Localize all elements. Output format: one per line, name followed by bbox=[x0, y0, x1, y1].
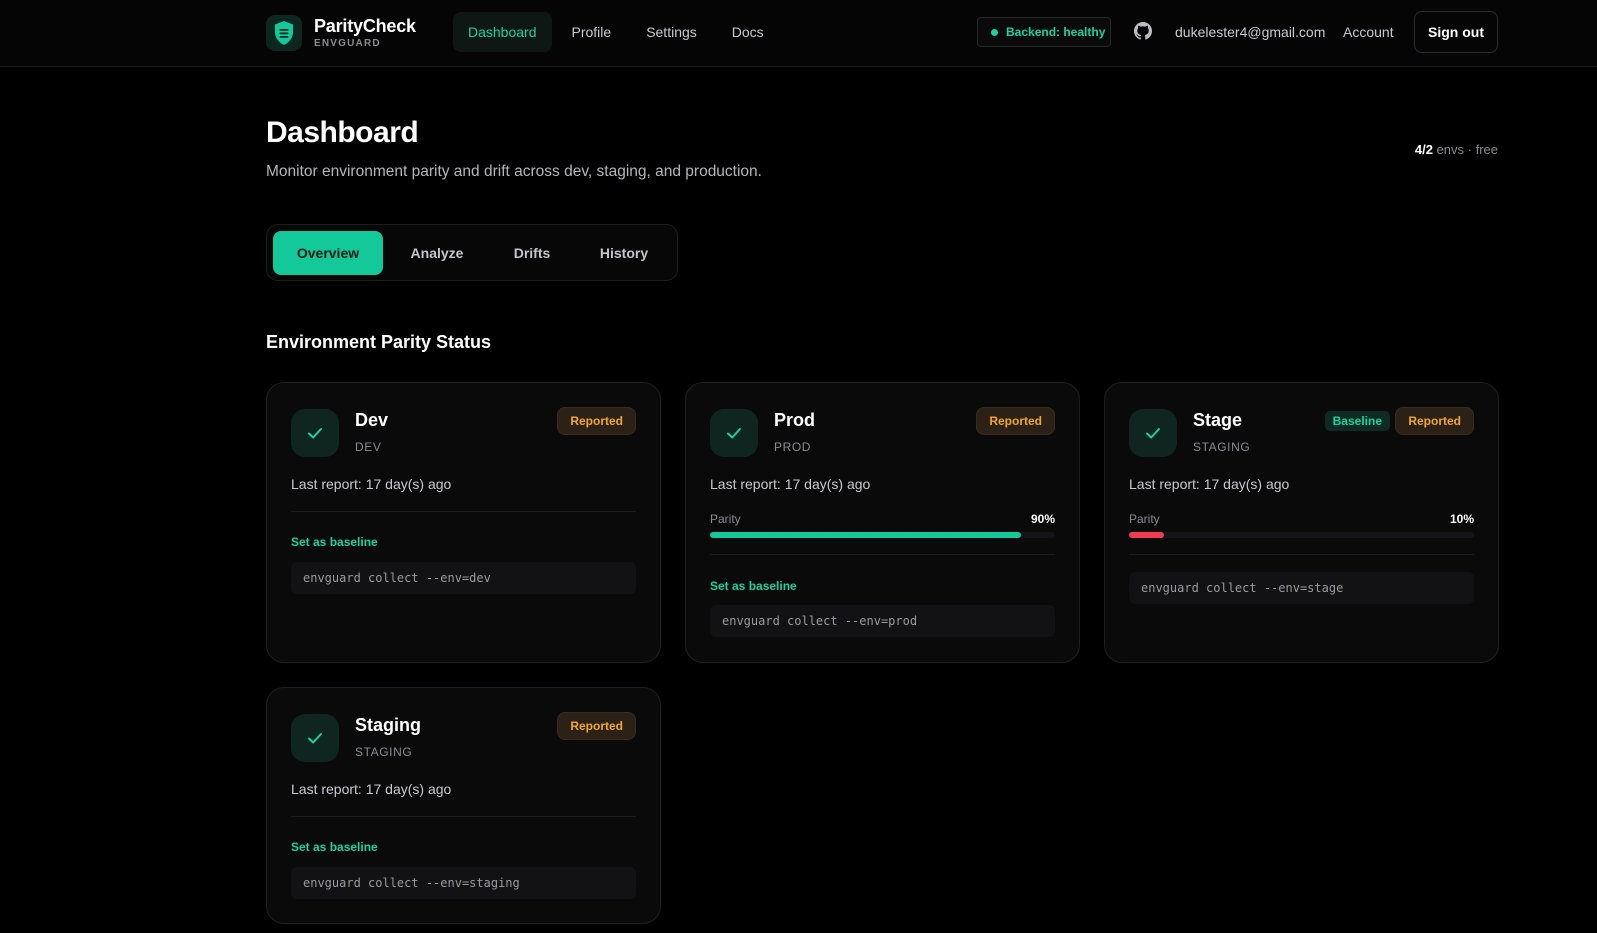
section-title: Environment Parity Status bbox=[266, 332, 492, 352]
last-report: Last report: 17 day(s) ago bbox=[291, 476, 452, 492]
check-icon bbox=[1129, 409, 1177, 457]
top-navbar: ParityCheck ENVGUARD Dashboard Profile S… bbox=[0, 0, 1597, 67]
env-name: Staging bbox=[355, 715, 421, 735]
env-card-dev: Dev DEV Reported Last report: 17 day(s) … bbox=[266, 382, 661, 663]
env-key: PROD bbox=[774, 440, 812, 454]
nav-docs[interactable]: Docs bbox=[717, 12, 779, 52]
parity-bar-fill bbox=[1129, 532, 1164, 538]
env-usage-count: 4/2 bbox=[1414, 142, 1433, 157]
brand[interactable]: ParityCheck ENVGUARD bbox=[266, 12, 416, 54]
parity-value: 90% bbox=[1030, 512, 1055, 526]
env-key: STAGING bbox=[355, 745, 413, 759]
shield-logo-icon bbox=[266, 15, 302, 51]
account-link[interactable]: Account bbox=[1343, 24, 1394, 40]
page-title: Dashboard bbox=[266, 116, 419, 149]
reported-badge: Reported bbox=[557, 712, 636, 740]
env-key: STAGING bbox=[1193, 440, 1251, 454]
env-name: Stage bbox=[1193, 410, 1243, 430]
brand-name: ParityCheck bbox=[314, 16, 416, 36]
card-divider bbox=[710, 554, 1055, 555]
parity-label: Parity bbox=[710, 512, 741, 526]
nav-settings[interactable]: Settings bbox=[631, 12, 712, 52]
last-report: Last report: 17 day(s) ago bbox=[710, 476, 871, 492]
parity-bar bbox=[710, 532, 1055, 538]
nav-profile[interactable]: Profile bbox=[557, 12, 627, 52]
collect-command[interactable]: envguard collect --env=stage bbox=[1129, 572, 1474, 604]
collect-command[interactable]: envguard collect --env=staging bbox=[291, 867, 636, 899]
tab-overview[interactable]: Overview bbox=[273, 230, 383, 275]
set-baseline-link[interactable]: Set as baseline bbox=[710, 579, 797, 593]
status-dot-icon bbox=[991, 28, 998, 36]
nav-dashboard[interactable]: Dashboard bbox=[453, 12, 552, 52]
page-subtitle: Monitor environment parity and drift acr… bbox=[266, 163, 762, 180]
backend-status-badge: Backend: healthy bbox=[977, 17, 1111, 47]
check-icon bbox=[710, 409, 758, 457]
card-divider bbox=[291, 511, 636, 512]
env-name: Dev bbox=[355, 410, 389, 430]
collect-command[interactable]: envguard collect --env=dev bbox=[291, 562, 636, 594]
parity-label: Parity bbox=[1129, 512, 1160, 526]
env-usage-counter: 4/2 envs · free bbox=[1415, 142, 1498, 157]
sign-out-button[interactable]: Sign out bbox=[1414, 11, 1498, 53]
last-report: Last report: 17 day(s) ago bbox=[1129, 476, 1290, 492]
tab-history[interactable]: History bbox=[573, 231, 675, 275]
brand-subtitle: ENVGUARD bbox=[314, 38, 381, 49]
parity-value: 10% bbox=[1449, 512, 1474, 526]
parity-bar-fill bbox=[710, 532, 1021, 538]
check-icon bbox=[291, 409, 339, 457]
env-usage-plan: envs · free bbox=[1436, 142, 1498, 157]
main-nav: Dashboard Profile Settings Docs bbox=[453, 12, 784, 52]
backend-status-label: Backend: healthy bbox=[1006, 25, 1106, 39]
reported-badge: Reported bbox=[557, 407, 636, 435]
tab-drifts[interactable]: Drifts bbox=[491, 231, 573, 275]
github-icon[interactable] bbox=[1134, 22, 1152, 40]
card-divider bbox=[291, 816, 636, 817]
reported-badge: Reported bbox=[1395, 407, 1474, 435]
set-baseline-link[interactable]: Set as baseline bbox=[291, 535, 378, 549]
dashboard-tabs: Overview Analyze Drifts History bbox=[266, 224, 678, 281]
user-email[interactable]: dukelester4@gmail.com bbox=[1175, 24, 1325, 40]
baseline-badge: Baseline bbox=[1324, 411, 1390, 431]
tab-analyze[interactable]: Analyze bbox=[383, 231, 491, 275]
env-key: DEV bbox=[355, 440, 382, 454]
card-divider bbox=[1129, 554, 1474, 555]
set-baseline-link[interactable]: Set as baseline bbox=[291, 840, 378, 854]
env-card-prod: Prod PROD Reported Last report: 17 day(s… bbox=[685, 382, 1080, 663]
parity-bar bbox=[1129, 532, 1474, 538]
env-name: Prod bbox=[774, 410, 816, 430]
env-card-staging: Staging STAGING Reported Last report: 17… bbox=[266, 687, 661, 924]
collect-command[interactable]: envguard collect --env=prod bbox=[710, 605, 1055, 637]
check-icon bbox=[291, 714, 339, 762]
env-card-stage: Stage STAGING Baseline Reported Last rep… bbox=[1104, 382, 1499, 663]
reported-badge: Reported bbox=[976, 407, 1055, 435]
last-report: Last report: 17 day(s) ago bbox=[291, 781, 452, 797]
